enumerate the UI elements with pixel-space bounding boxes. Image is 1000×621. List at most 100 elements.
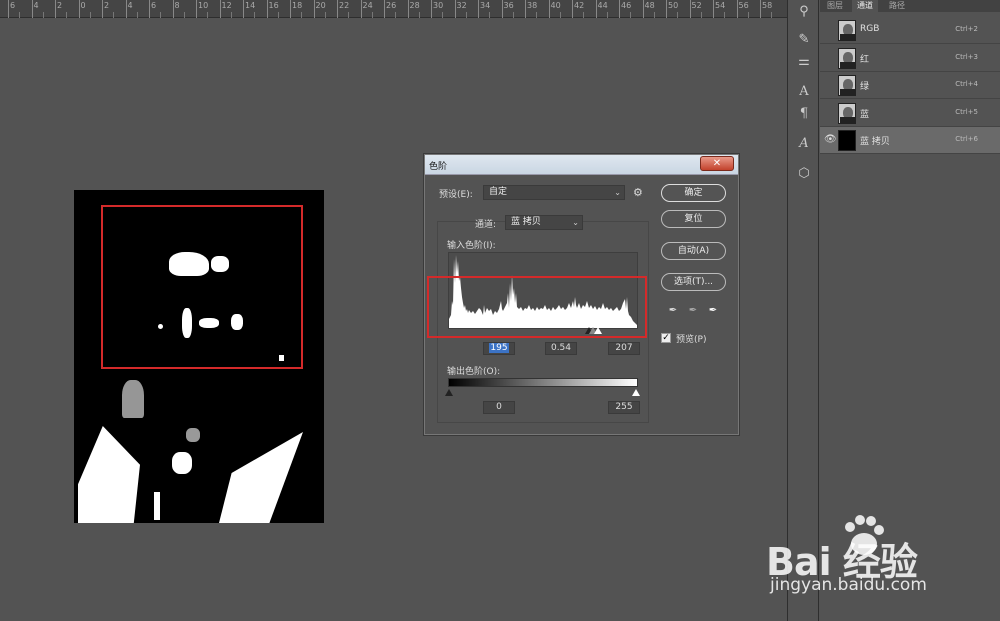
channel-row[interactable]: 👁 蓝 拷贝 Ctrl+6 [820,127,1000,154]
ruler-tick-label: 24 [362,1,373,10]
reset-button[interactable]: 复位 [661,210,726,228]
gear-icon[interactable]: ⚙ [633,186,643,199]
channel-shortcut: Ctrl+3 [955,52,978,61]
channel-thumbnail [838,20,856,41]
chevron-down-icon: ⌄ [572,218,579,227]
gray-eyedropper-icon[interactable]: ✒ [687,305,699,317]
histogram-highlight-frame [427,276,647,338]
ruler-tick-label: 46 [621,1,632,10]
channel-thumbnail [838,102,856,124]
ruler-tick-label: 30 [433,1,444,10]
input-white-field[interactable]: 207 [608,342,640,355]
channel-row[interactable]: 蓝 Ctrl+5 [820,100,1000,127]
dialog-titlebar[interactable]: 色阶 ✕ [425,155,738,175]
channel-shortcut: Ctrl+4 [955,80,978,88]
ruler-tick-label: 4 [127,1,133,10]
channel-thumbnail [838,75,856,96]
ruler-tick-label: 14 [245,1,256,10]
options-button[interactable]: 选项(T)... [661,273,726,291]
ruler-tick-label: 28 [409,1,420,10]
image-highlight [154,492,160,520]
eye-slot[interactable] [824,79,836,91]
dialog-title: 色阶 [429,162,448,172]
watermark-url: jingyan.baidu.com [770,575,927,595]
ruler-tick-label: 2 [104,1,110,10]
tab-channels[interactable]: 通道 [852,0,878,12]
channel-value: 蓝 拷贝 [511,217,541,227]
thumbnail-body [840,116,855,123]
channel-row[interactable]: RGB Ctrl+2 [820,17,1000,44]
brush-icon[interactable]: ✎ [796,32,812,48]
close-button[interactable]: ✕ [700,156,734,171]
output-black-field[interactable]: 0 [483,401,515,414]
channel-row[interactable]: 红 Ctrl+3 [820,45,1000,72]
channel-shortcut: Ctrl+5 [955,107,978,116]
ruler-tick-label: 6 [10,1,16,10]
ruler-tick-label: 6 [151,1,157,10]
thumbnail-body [840,34,855,40]
ruler-tick-label: 36 [503,1,514,10]
3d-cube-icon[interactable]: ⬡ [796,166,812,182]
highlight-rectangle [101,205,303,369]
channel-name: 绿 [860,82,870,92]
input-black-field[interactable]: 195 [483,342,515,355]
channel-select[interactable]: 蓝 拷贝 ⌄ [505,215,583,230]
input-gamma-field[interactable]: 0.54 [545,342,577,355]
preset-select[interactable]: 自定 ⌄ [483,185,625,200]
ruler-tick-label: 34 [480,1,491,10]
baidu-jingyan-watermark: Bai 经验 jingyan.baidu.com [766,513,976,601]
channel-name: 蓝 拷贝 [860,137,890,147]
history-brush-icon[interactable]: ⚲ [796,4,812,20]
white-eyedropper-icon[interactable]: ✒ [707,305,719,317]
input-levels-label: 输入色阶(I): [447,241,496,251]
panel-tabs: 图层 通道 路径 [820,0,1000,12]
ruler-tick-label: 50 [668,1,679,10]
eye-slot[interactable] [824,107,836,119]
black-eyedropper-icon[interactable]: ✒ [667,305,679,317]
ok-button[interactable]: 确定 [661,184,726,202]
ruler-tick-label: 4 [33,1,39,10]
ruler-tick-label: 56 [738,1,749,10]
channel-shortcut: Ctrl+2 [955,25,978,33]
image-highlight [78,426,140,523]
thumbnail-body [840,61,855,68]
paragraph-icon[interactable]: ¶ [796,106,812,122]
eye-icon[interactable]: 👁 [824,134,837,146]
eye-slot[interactable] [824,52,836,64]
tab-layers[interactable]: 图层 [822,0,848,12]
input-black-value: 195 [489,343,509,353]
ruler-tick-label: 16 [268,1,279,10]
ruler-tick-label: 38 [527,1,538,10]
channel-name: RGB [860,24,880,34]
ruler-tick-label: 20 [315,1,326,10]
ruler-tick-label: 22 [339,1,350,10]
channel-row[interactable]: 绿 Ctrl+4 [820,72,1000,99]
image-highlight [186,428,200,442]
ruler-tick-label: 12 [221,1,232,10]
tab-paths[interactable]: 路径 [884,0,910,12]
image-highlight [172,452,192,474]
ruler-tick-label: 26 [386,1,397,10]
document-canvas[interactable] [74,190,324,523]
eye-slot[interactable] [824,24,836,36]
image-highlight [219,432,303,523]
ruler-tick-label: 58 [762,1,773,10]
ruler-tick-label: 44 [597,1,608,10]
preview-checkbox[interactable]: ✓ [661,333,671,343]
ruler-tick-label: 40 [550,1,561,10]
ruler-tick-label: 10 [198,1,209,10]
preview-label: 预览(P) [676,335,707,345]
output-black-slider[interactable] [445,389,453,396]
output-levels-label: 输出色阶(O): [447,367,501,377]
ruler-tick-label: 0 [80,1,86,10]
ruler-tick-label: 54 [715,1,726,10]
output-white-slider[interactable] [632,389,640,396]
ruler-tick-label: 48 [644,1,655,10]
adjustments-icon[interactable]: ⚌ [796,54,812,70]
ruler-tick-label: 18 [292,1,303,10]
preset-value: 自定 [489,187,508,197]
auto-button[interactable]: 自动(A) [661,242,726,260]
character-icon[interactable]: A [796,84,812,100]
output-white-field[interactable]: 255 [608,401,640,414]
glyphs-icon[interactable]: A [796,136,812,152]
